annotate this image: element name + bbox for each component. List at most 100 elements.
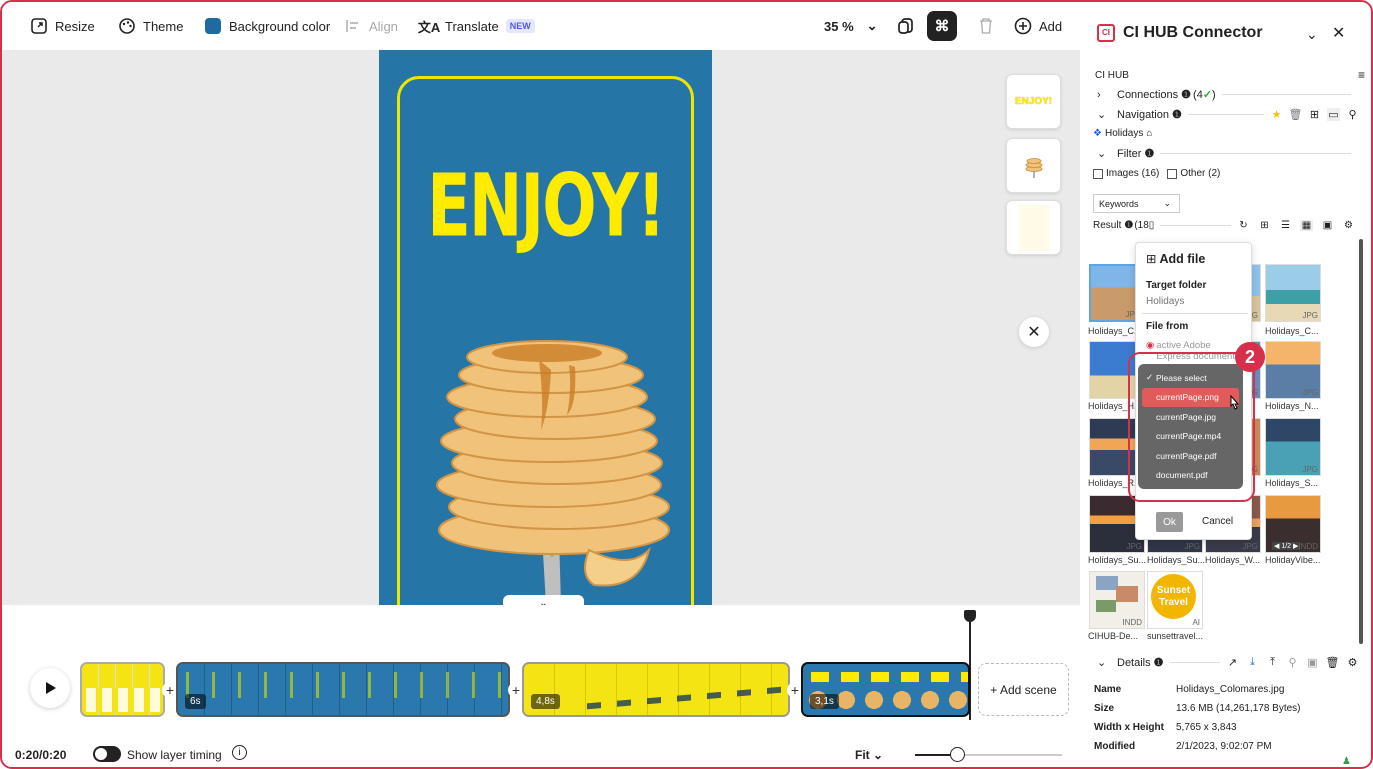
breadcrumb[interactable]: ❖ Holidays ⌂ — [1093, 128, 1152, 139]
trash-icon[interactable]: 🗑 — [1326, 656, 1340, 669]
chevron-down-icon: ⌄ — [1097, 109, 1107, 121]
fit-dropdown[interactable]: Fit ⌄ — [855, 748, 883, 762]
scene-4[interactable]: 3,1s — [801, 662, 970, 717]
star-icon[interactable]: ★ — [1270, 108, 1283, 121]
filter-label: Filter — [1117, 147, 1142, 160]
other-checkbox[interactable] — [1167, 168, 1178, 179]
folder-icon[interactable]: ▭ — [1327, 108, 1340, 121]
translate-button[interactable]: 文A Translate NEW — [417, 2, 535, 50]
cancel-button[interactable]: Cancel — [1202, 516, 1233, 527]
asset-name: Holidays_W... — [1205, 555, 1261, 565]
refresh-icon[interactable]: ↻ — [1237, 220, 1250, 231]
poster-title[interactable]: ENJOY! — [379, 157, 712, 257]
asset-thumbnail[interactable]: ◀ 1/2 ▶ INDD — [1265, 495, 1321, 553]
scene-2[interactable]: 6s — [176, 662, 510, 717]
scene-duration: 3,1s — [810, 694, 839, 709]
navigation-row[interactable]: ⌄ Navigation ❶ ★ 🗑 ⊞ ▭ ⚲ — [1097, 108, 1359, 121]
asset-thumbnail[interactable]: JPG — [1265, 341, 1321, 399]
detail-key: Modified — [1094, 741, 1136, 752]
search-icon[interactable]: ⚲ — [1346, 108, 1359, 121]
ok-button[interactable]: Ok — [1156, 512, 1183, 532]
asset-thumbnail[interactable]: JPG — [1265, 418, 1321, 476]
dropdown-option[interactable]: currentPage.jpg — [1142, 407, 1239, 427]
page-thumbnail-3[interactable] — [1006, 200, 1061, 255]
play-button[interactable] — [30, 668, 70, 708]
add-folder-icon[interactable]: ⊞ — [1308, 108, 1321, 121]
scene-duration: 6s — [185, 694, 206, 709]
page-thumbnail-2[interactable] — [1006, 138, 1061, 193]
file-type: JPG — [1184, 542, 1200, 551]
lock-icon[interactable]: ▣ — [1306, 656, 1319, 669]
delete-button[interactable] — [977, 2, 995, 50]
theme-button[interactable]: Theme — [118, 2, 183, 50]
layer-timing-toggle[interactable] — [93, 746, 121, 762]
page-thumbnail-1[interactable]: ENJOY! — [1006, 74, 1061, 129]
connections-row[interactable]: › Connections ❶ (4 ✓) — [1097, 88, 1357, 101]
panel-scrollbar[interactable] — [1359, 239, 1363, 644]
details-header[interactable]: ⌄ Details ❶ ↗ ⤓ ⤒ ⚲ ▣ 🗑 ⚙ — [1097, 656, 1359, 669]
file-format-dropdown[interactable]: ✓ Please select currentPage.png currentPa… — [1138, 364, 1243, 489]
info-icon[interactable]: i — [232, 745, 247, 760]
align-button[interactable]: Align — [344, 2, 398, 50]
list-view-icon[interactable]: ☰ — [1279, 220, 1292, 231]
scene-duration: 4,8s — [531, 694, 560, 709]
asset-thumbnail[interactable]: Sunset Travel AI — [1147, 571, 1203, 629]
images-checkbox[interactable] — [1093, 168, 1103, 179]
dropdown-option[interactable]: currentPage.mp4 — [1142, 427, 1239, 447]
other-filter-label: Other (2) — [1180, 168, 1221, 179]
settings-icon[interactable]: ⚙ — [1342, 220, 1355, 231]
dropdown-option[interactable]: ✓ Please select — [1142, 368, 1239, 388]
home-icon: ⌂ — [1146, 128, 1153, 139]
keywords-dropdown[interactable]: Keywords ⌄ — [1093, 194, 1180, 213]
add-file-icon[interactable]: ⊞ — [1258, 220, 1271, 231]
pages-button[interactable] — [897, 2, 915, 50]
option-label: currentPage.jpg — [1156, 411, 1217, 422]
resize-button[interactable]: Resize — [30, 2, 95, 50]
pager[interactable]: ◀ 1/2 ▶ — [1272, 542, 1301, 550]
open-external-icon[interactable]: ↗ — [1226, 656, 1239, 669]
download-icon[interactable]: ⤓ — [1246, 656, 1259, 669]
settings-icon[interactable]: ⚙ — [1346, 656, 1359, 669]
menu-icon[interactable]: ≡ — [1358, 68, 1365, 82]
panel-title: CI HUB Connector — [1123, 24, 1263, 41]
add-file-title: Add file — [1159, 252, 1206, 266]
scene-1[interactable] — [80, 662, 165, 717]
grid-view-icon[interactable]: ▦ — [1300, 220, 1313, 231]
pancake-stack-image[interactable] — [419, 335, 689, 605]
chevron-right-icon: › — [1097, 88, 1101, 101]
dropdown-option-selected[interactable]: currentPage.png — [1142, 387, 1239, 407]
close-icon[interactable]: ✕ — [1019, 317, 1049, 347]
info-icon: ❶ — [1144, 148, 1155, 160]
dropdown-option[interactable]: currentPage.pdf — [1142, 446, 1239, 466]
detail-value: Holidays_Colomares.jpg — [1176, 684, 1285, 695]
scene-3[interactable]: 4,8s — [522, 662, 790, 717]
chevron-down-icon[interactable]: ⌄ — [1306, 26, 1318, 43]
close-icon[interactable]: ✕ — [1332, 23, 1345, 43]
asset-name: CIHUB-De... — [1088, 631, 1139, 641]
detail-view-icon[interactable]: ▣ — [1321, 220, 1334, 231]
layout-button[interactable]: ⌘ — [927, 11, 957, 41]
poster-page[interactable]: ENJOY! — [379, 50, 712, 605]
play-icon — [46, 682, 56, 694]
dropdown-option[interactable]: document.pdf — [1142, 466, 1239, 486]
option-label: Please select — [1156, 372, 1207, 383]
background-color-button[interactable]: Background color — [204, 2, 330, 50]
zoom-dropdown[interactable]: 35 % ⌄ — [824, 2, 878, 50]
translate-label: Translate — [445, 18, 499, 34]
target-folder-label: Target folder — [1146, 280, 1207, 291]
user-icon[interactable]: ♟ — [1342, 756, 1351, 767]
zoom-slider-handle[interactable] — [950, 747, 965, 762]
detail-value: 13.6 MB (14,261,178 Bytes) — [1176, 703, 1301, 714]
asset-thumbnail[interactable]: JPG — [1265, 264, 1321, 322]
add-scene-button[interactable]: + Add scene — [978, 663, 1069, 716]
zoom-icon[interactable]: ⚲ — [1286, 656, 1299, 669]
chevron-down-icon: ⌄ — [1097, 657, 1107, 669]
images-filter-label: Images (16) — [1106, 168, 1160, 179]
filter-row[interactable]: ⌄ Filter ❶ — [1097, 147, 1357, 160]
asset-thumbnail[interactable]: INDD — [1089, 571, 1145, 629]
upload-icon[interactable]: ⤒ — [1266, 656, 1279, 669]
translate-icon: 文A — [417, 19, 441, 35]
trash-icon[interactable]: 🗑 — [1289, 108, 1303, 121]
zoom-slider[interactable] — [915, 747, 1062, 762]
add-button[interactable]: Add — [1014, 2, 1062, 50]
